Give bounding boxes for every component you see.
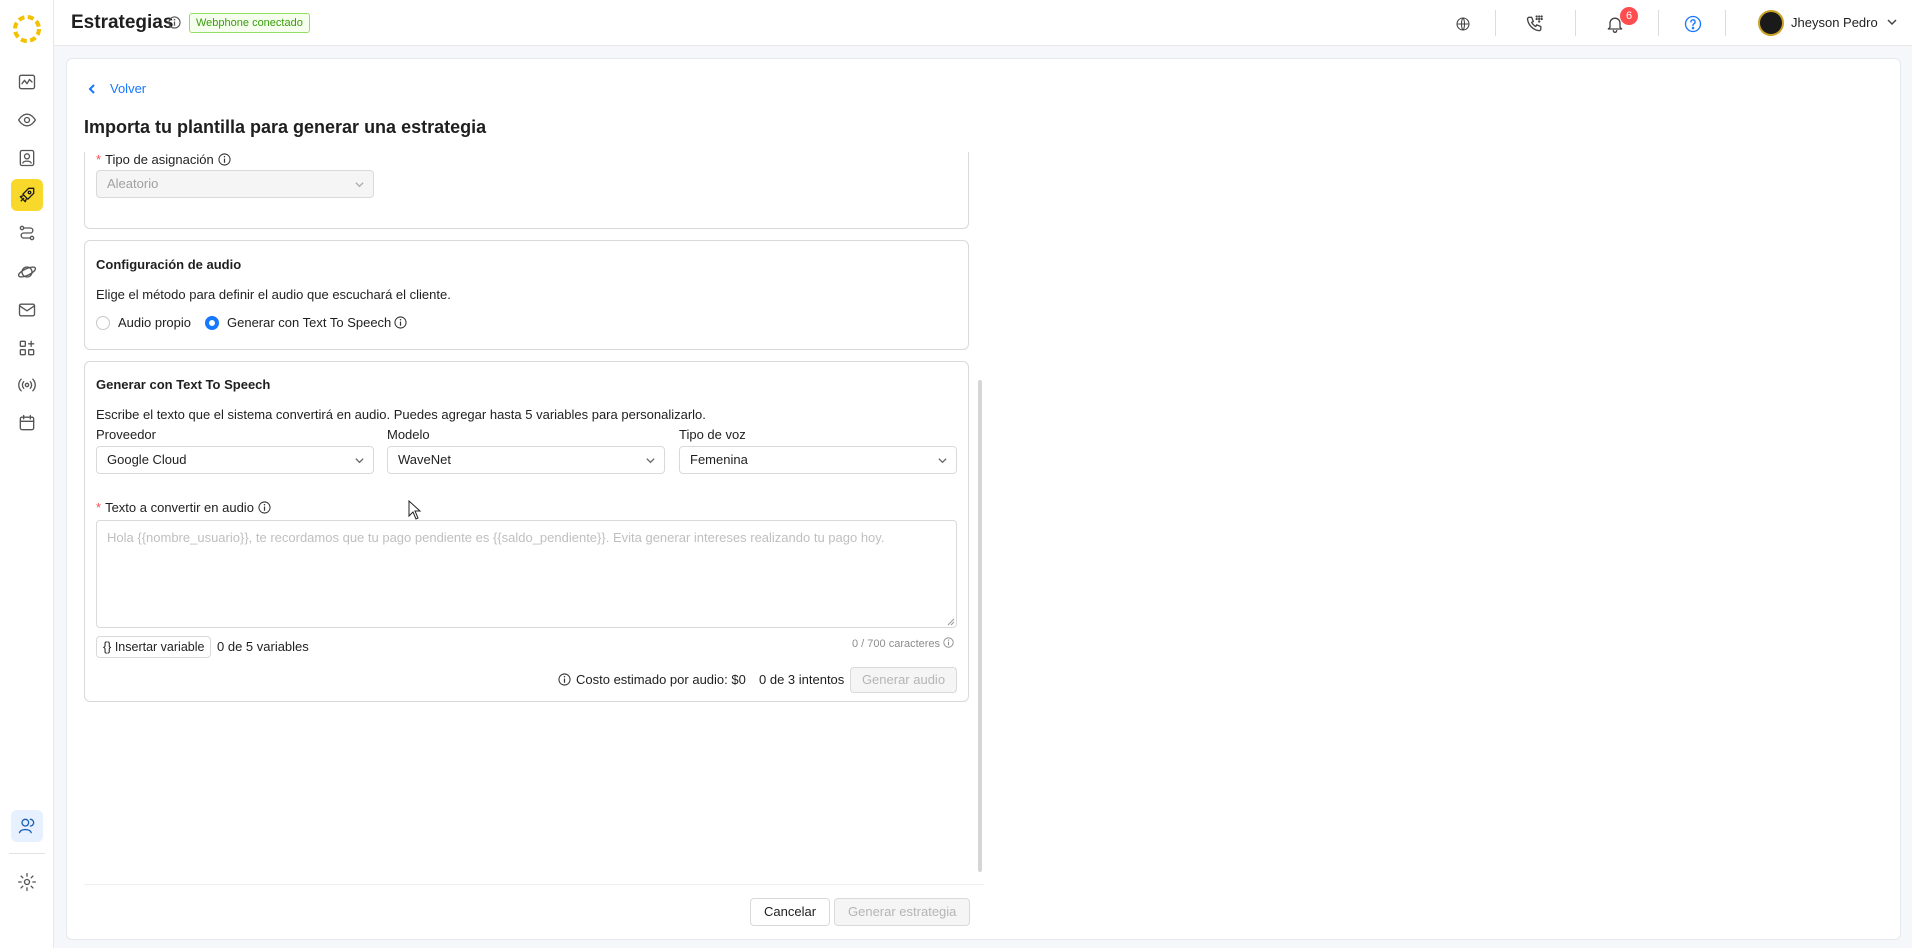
webphone-status-badge: Webphone conectado [189, 13, 310, 33]
info-icon[interactable] [558, 673, 571, 686]
help-icon[interactable] [1680, 11, 1706, 37]
info-icon[interactable] [943, 637, 954, 648]
globe-icon[interactable] [1450, 11, 1476, 37]
notification-count-badge: 6 [1620, 7, 1638, 25]
info-icon[interactable] [394, 316, 407, 329]
radio-dot[interactable] [96, 315, 110, 330]
info-icon[interactable] [168, 16, 181, 29]
rocket-icon[interactable] [11, 179, 43, 211]
users-icon[interactable] [11, 810, 43, 842]
header-divider [1658, 10, 1659, 36]
text-to-convert-label: * Texto a convertir en audio [96, 500, 271, 515]
tts-description: Escribe el texto que el sistema converti… [96, 407, 706, 422]
content-scrollbar[interactable] [978, 380, 982, 872]
voice-type-label: Tipo de voz [679, 427, 746, 442]
char-count: 0 / 700 caracteres [852, 637, 954, 650]
chevron-down-icon [355, 182, 364, 188]
audio-config-title: Configuración de audio [96, 257, 242, 272]
audio-config-description: Elige el método para definir el audio qu… [96, 287, 451, 302]
chevron-left-icon [88, 83, 95, 94]
sidebar-divider [9, 853, 45, 854]
chevron-down-icon [938, 458, 947, 464]
chevron-down-icon [355, 458, 364, 464]
phone-dialpad-icon[interactable] [1522, 11, 1548, 37]
planet-icon[interactable] [11, 256, 43, 288]
cancel-button[interactable]: Cancelar [750, 898, 831, 926]
top-header: Estrategias Webphone conectado 6 Jheyson… [54, 0, 1912, 46]
insert-variable-button[interactable]: {} Insertar variable [96, 636, 212, 658]
eye-icon[interactable] [11, 104, 43, 136]
assignment-section: * Tipo de asignación Aleatorio [84, 152, 969, 229]
assignment-type-select[interactable]: Aleatorio [96, 170, 374, 198]
back-link[interactable]: Volver [86, 81, 146, 96]
header-divider [1495, 10, 1496, 36]
radio-text-to-speech[interactable]: Generar con Text To Speech [205, 315, 407, 330]
gear-icon[interactable] [11, 866, 43, 898]
model-label: Modelo [387, 427, 430, 442]
header-divider [1725, 10, 1726, 36]
model-select[interactable]: WaveNet [387, 446, 665, 474]
attempts-count: 0 de 3 intentos [759, 672, 845, 687]
tts-text-placeholder: Hola {{nombre_usuario}}, te recordamos q… [107, 530, 885, 545]
radio-dot-selected[interactable] [205, 315, 219, 330]
tts-text-input[interactable]: Hola {{nombre_usuario}}, te recordamos q… [96, 520, 957, 628]
header-divider [1575, 10, 1576, 36]
calendar-icon[interactable] [11, 407, 43, 439]
voice-type-select[interactable]: Femenina [679, 446, 957, 474]
chevron-down-icon[interactable] [1886, 16, 1898, 28]
contact-card-icon[interactable] [11, 142, 43, 174]
info-icon[interactable] [258, 501, 271, 514]
route-icon[interactable] [11, 217, 43, 249]
import-title: Importa tu plantilla para generar una es… [84, 117, 487, 137]
resize-handle-icon[interactable] [947, 618, 955, 626]
mouse-cursor-icon [408, 500, 422, 520]
apps-icon[interactable] [11, 332, 43, 364]
assignment-label: * Tipo de asignación [96, 152, 231, 167]
broadcast-icon[interactable] [11, 369, 43, 401]
footer-divider [84, 884, 984, 885]
page-title: Estrategias [71, 12, 174, 33]
audio-config-section: Configuración de audio Elige el método p… [84, 240, 969, 350]
back-label: Volver [110, 81, 147, 96]
mail-icon[interactable] [11, 294, 43, 326]
tts-title: Generar con Text To Speech [96, 377, 271, 392]
tts-section: Generar con Text To Speech Escribe el te… [84, 361, 969, 702]
provider-select[interactable]: Google Cloud [96, 446, 374, 474]
logo-icon[interactable] [10, 12, 44, 46]
info-icon[interactable] [218, 153, 231, 166]
generate-strategy-button[interactable]: Generar estrategia [834, 898, 971, 926]
user-name[interactable]: Jheyson Pedro [1791, 15, 1878, 30]
chevron-down-icon [646, 458, 655, 464]
generate-audio-button[interactable]: Generar audio [850, 667, 957, 693]
sidebar [0, 0, 54, 948]
estimated-cost: Costo estimado por audio: $0 [558, 672, 746, 687]
variables-count: 0 de 5 variables [217, 639, 309, 654]
provider-label: Proveedor [96, 427, 156, 442]
radio-audio-propio[interactable]: Audio propio [96, 315, 191, 330]
activity-icon[interactable] [11, 66, 43, 98]
avatar[interactable] [1758, 10, 1784, 36]
